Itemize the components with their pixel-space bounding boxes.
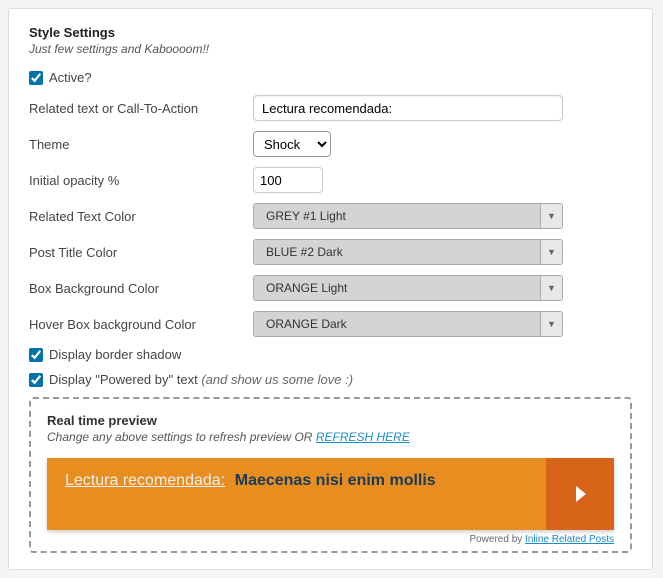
dropdown-arrow-icon: ▼ bbox=[540, 204, 562, 228]
theme-row: Theme Shock bbox=[29, 131, 632, 157]
powered-by-row: Display "Powered by" text (and show us s… bbox=[29, 372, 632, 387]
preview-title: Real time preview bbox=[47, 413, 614, 428]
preview-subtitle: Change any above settings to refresh pre… bbox=[47, 430, 614, 444]
post-title: Maecenas nisi enim mollis bbox=[235, 472, 436, 489]
related-text-label: Related text or Call-To-Action bbox=[29, 101, 253, 116]
active-checkbox-row: Active? bbox=[29, 70, 632, 85]
preview-box: Real time preview Change any above setti… bbox=[29, 397, 632, 553]
related-post-arrow[interactable] bbox=[546, 458, 614, 530]
title-color-row: Post Title Color BLUE #2 Dark ▼ bbox=[29, 239, 632, 265]
box-bg-row: Box Background Color ORANGE Light ▼ bbox=[29, 275, 632, 301]
related-post-main[interactable]: Lectura recomendada: Maecenas nisi enim … bbox=[47, 458, 546, 530]
powered-by-label: Display "Powered by" text (and show us s… bbox=[49, 372, 353, 387]
hover-bg-label: Hover Box background Color bbox=[29, 317, 253, 332]
theme-label: Theme bbox=[29, 137, 253, 152]
style-settings-panel: Style Settings Just few settings and Kab… bbox=[8, 8, 653, 570]
box-bg-value: ORANGE Light bbox=[254, 276, 540, 300]
box-bg-label: Box Background Color bbox=[29, 281, 253, 296]
related-text-row: Related text or Call-To-Action bbox=[29, 95, 632, 121]
powered-by-link[interactable]: Inline Related Posts bbox=[525, 534, 614, 545]
powered-by-text: Powered by Inline Related Posts bbox=[47, 534, 614, 545]
hover-bg-value: ORANGE Dark bbox=[254, 312, 540, 336]
section-heading: Style Settings bbox=[29, 25, 632, 40]
hover-bg-row: Hover Box background Color ORANGE Dark ▼ bbox=[29, 311, 632, 337]
chevron-right-icon bbox=[568, 482, 592, 506]
related-post-preview: Lectura recomendada: Maecenas nisi enim … bbox=[47, 458, 614, 530]
hover-bg-select[interactable]: ORANGE Dark ▼ bbox=[253, 311, 563, 337]
title-color-select[interactable]: BLUE #2 Dark ▼ bbox=[253, 239, 563, 265]
active-label: Active? bbox=[49, 70, 92, 85]
refresh-link[interactable]: REFRESH HERE bbox=[316, 430, 410, 444]
related-color-value: GREY #1 Light bbox=[254, 204, 540, 228]
box-bg-select[interactable]: ORANGE Light ▼ bbox=[253, 275, 563, 301]
related-color-label: Related Text Color bbox=[29, 209, 253, 224]
related-color-row: Related Text Color GREY #1 Light ▼ bbox=[29, 203, 632, 229]
related-text-input[interactable] bbox=[253, 95, 563, 121]
title-color-value: BLUE #2 Dark bbox=[254, 240, 540, 264]
theme-select[interactable]: Shock bbox=[253, 131, 331, 157]
opacity-label: Initial opacity % bbox=[29, 173, 253, 188]
related-color-select[interactable]: GREY #1 Light ▼ bbox=[253, 203, 563, 229]
cta-label: Lectura recomendada: bbox=[65, 472, 225, 489]
dropdown-arrow-icon: ▼ bbox=[540, 312, 562, 336]
dropdown-arrow-icon: ▼ bbox=[540, 276, 562, 300]
dropdown-arrow-icon: ▼ bbox=[540, 240, 562, 264]
opacity-input[interactable] bbox=[253, 167, 323, 193]
border-shadow-checkbox[interactable] bbox=[29, 348, 43, 362]
powered-by-checkbox[interactable] bbox=[29, 373, 43, 387]
active-checkbox[interactable] bbox=[29, 71, 43, 85]
section-subheading: Just few settings and Kaboooom!! bbox=[29, 42, 632, 56]
title-color-label: Post Title Color bbox=[29, 245, 253, 260]
border-shadow-label: Display border shadow bbox=[49, 347, 181, 362]
border-shadow-row: Display border shadow bbox=[29, 347, 632, 362]
opacity-row: Initial opacity % bbox=[29, 167, 632, 193]
